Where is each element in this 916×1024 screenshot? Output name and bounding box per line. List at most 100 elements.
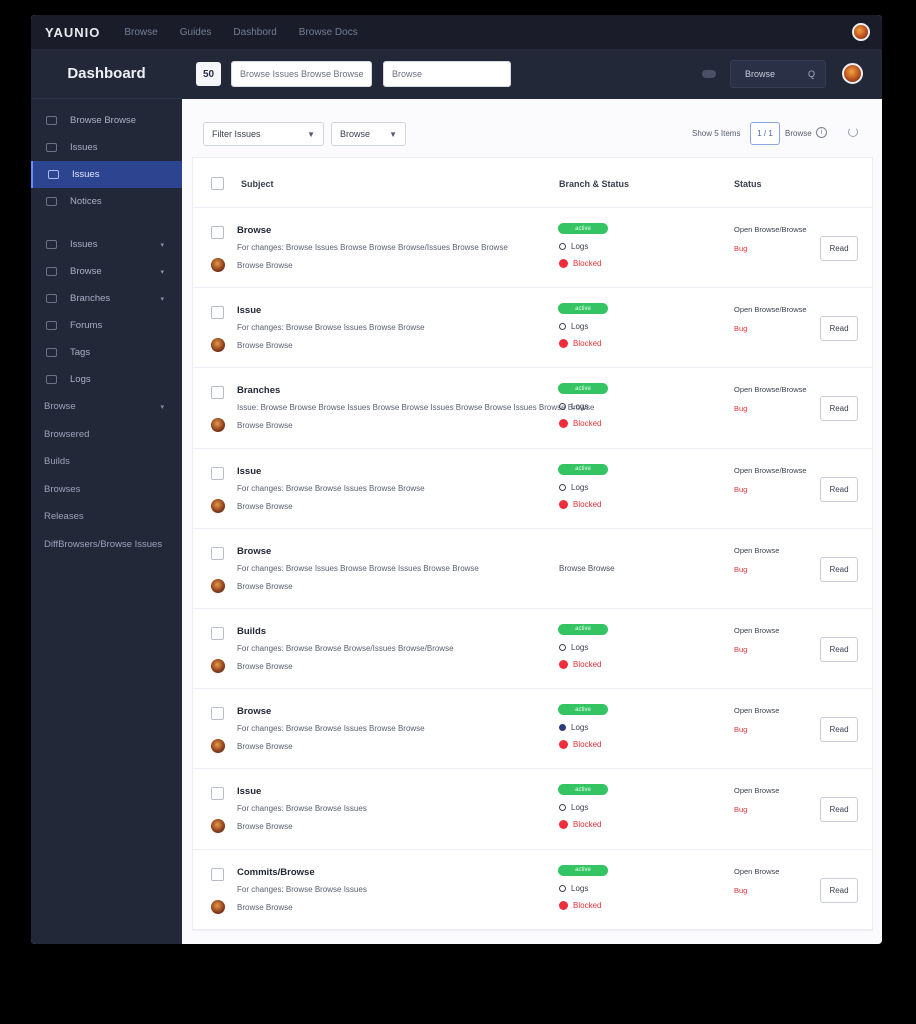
branch-status-label: Logs — [571, 242, 589, 251]
select-all-checkbox[interactable] — [211, 177, 224, 190]
issue-title[interactable]: Browse — [237, 546, 271, 557]
branch-status-label: Logs — [571, 402, 589, 412]
header-select[interactable]: Browse Q — [730, 60, 826, 88]
page-number-input[interactable]: 1 / 1 — [750, 122, 780, 145]
blocked-status-label: Blocked — [573, 259, 602, 268]
sidebar-link[interactable]: DiffBrowsers/Browse Issues — [31, 531, 182, 559]
issue-label: Bug — [734, 324, 748, 334]
top-nav-item[interactable]: Dashbord — [233, 27, 276, 38]
column-header[interactable]: Status — [734, 179, 762, 189]
status-badge: active — [558, 623, 608, 635]
issue-title[interactable]: Browse — [237, 706, 271, 717]
sidebar-item[interactable]: Browse Browse — [31, 107, 182, 134]
blocked-status: Blocked — [559, 900, 601, 910]
row-checkbox[interactable] — [211, 466, 224, 480]
issue-description: For changes: Browse Browse Browse/Issues… — [237, 643, 454, 653]
refresh-icon[interactable] — [848, 127, 858, 137]
issue-title[interactable]: Issue — [237, 786, 261, 797]
sidebar-link[interactable]: Browse ▾ — [31, 393, 182, 421]
info-icon[interactable]: i — [816, 127, 827, 138]
read-button[interactable]: Read — [820, 556, 858, 582]
chevron-down-icon: ▾ — [160, 241, 164, 249]
issue-title[interactable]: Browse — [237, 225, 271, 236]
issue-title[interactable]: Branches — [237, 385, 280, 396]
read-button[interactable]: Read — [820, 717, 858, 743]
sidebar: Dashboard Browse Browse Issues Issues No… — [31, 49, 182, 944]
top-nav-item[interactable]: Browse Docs — [299, 27, 358, 38]
row-checkbox[interactable] — [211, 787, 224, 801]
row-checkbox[interactable] — [211, 386, 224, 400]
main-content: Filter Issues ▼ Browse ▼ Show 5 Items 1 / … — [182, 99, 882, 944]
issue-title[interactable]: Commits/Browse — [237, 867, 315, 878]
blocked-status: Blocked — [559, 740, 601, 750]
issue-title[interactable]: Issue — [237, 466, 261, 477]
row-checkbox[interactable] — [211, 626, 224, 640]
search-input[interactable] — [231, 61, 372, 87]
read-button[interactable]: Read — [820, 476, 858, 502]
blocked-status-label: Blocked — [573, 659, 602, 669]
sidebar-item-active[interactable]: Issues — [31, 161, 182, 188]
read-button[interactable]: Read — [820, 316, 858, 342]
author-avatar — [211, 418, 225, 433]
issue-description: For changes: Browse Issues Browse Browse… — [237, 563, 479, 573]
status-badge: active — [558, 704, 608, 716]
sidebar-item[interactable]: Issues ▾ — [31, 231, 182, 258]
profile-avatar[interactable] — [842, 63, 863, 84]
pager-next-link[interactable]: Browse — [785, 129, 812, 138]
sidebar-item[interactable]: Notices — [31, 188, 182, 215]
table-row[interactable]: Browse For changes: Browse Issues Browse … — [193, 208, 872, 289]
sort-dropdown[interactable]: Browse ▼ — [331, 122, 406, 146]
sidebar-item[interactable]: Browse ▾ — [31, 258, 182, 285]
brand-logo[interactable]: YAUNIO — [45, 25, 100, 40]
issue-meta: Open Browse/Browse — [734, 385, 807, 395]
filter-dropdown[interactable]: Filter Issues ▼ — [203, 122, 324, 146]
top-nav-item[interactable]: Browse — [124, 27, 157, 38]
table-row[interactable]: Browse For changes: Browse Issues Browse … — [193, 529, 872, 609]
status-badge: active — [558, 784, 608, 796]
sidebar-item[interactable]: Branches ▾ — [31, 285, 182, 312]
sidebar-item[interactable]: Forums — [31, 312, 182, 339]
row-checkbox[interactable] — [211, 306, 224, 320]
table-row[interactable]: Issue For changes: Browse Browse Issues Br… — [193, 769, 872, 850]
issue-title[interactable]: Builds — [237, 626, 266, 637]
toggle-icon[interactable] — [702, 70, 716, 78]
toolbar-button[interactable]: 50 — [196, 62, 221, 86]
user-avatar[interactable] — [852, 23, 870, 41]
top-nav-item[interactable]: Guides — [180, 27, 212, 38]
sidebar-item[interactable]: Tags — [31, 339, 182, 366]
issue-label: Bug — [734, 644, 748, 654]
sidebar-link[interactable]: Builds — [31, 448, 182, 476]
row-checkbox[interactable] — [211, 546, 224, 560]
sidebar-link[interactable]: Browses — [31, 476, 182, 504]
read-button[interactable]: Read — [820, 636, 858, 662]
sidebar-link[interactable]: Releases — [31, 503, 182, 531]
column-header[interactable]: Branch & Status — [559, 179, 629, 189]
read-button[interactable]: Read — [820, 236, 858, 261]
table-row[interactable]: Branches Issue: Browse Browse Browse Issu… — [193, 368, 872, 449]
issue-title[interactable]: Issue — [237, 305, 261, 316]
read-button[interactable]: Read — [820, 396, 858, 422]
author-avatar — [211, 338, 225, 353]
sidebar-link[interactable]: Browsered — [31, 421, 182, 449]
issue-author: Browse Browse — [237, 421, 293, 431]
filter-input[interactable] — [383, 61, 511, 87]
table-row[interactable]: Browse For changes: Browse Browse Issues … — [193, 689, 872, 770]
sidebar-item-label: Browse — [70, 266, 102, 277]
issue-label: Bug — [734, 404, 748, 414]
row-checkbox[interactable] — [211, 707, 224, 721]
table-row[interactable]: Builds For changes: Browse Browse Browse/… — [193, 609, 872, 690]
branch-status-label: Logs — [571, 803, 589, 813]
circle-icon — [559, 804, 566, 812]
read-button[interactable]: Read — [820, 877, 858, 903]
row-checkbox[interactable] — [211, 226, 224, 239]
column-header[interactable]: Subject — [241, 179, 274, 189]
sidebar-item[interactable]: Logs — [31, 366, 182, 393]
table-row[interactable]: Commits/Browse For changes: Browse Browse… — [193, 850, 872, 930]
sidebar-item[interactable]: Issues — [31, 134, 182, 161]
read-button[interactable]: Read — [820, 797, 858, 823]
table-row[interactable]: Issue For changes: Browse Browse Issues B… — [193, 288, 872, 369]
table-row[interactable]: Issue For changes: Browse Browse Issues B… — [193, 449, 872, 529]
error-dot-icon — [559, 659, 568, 669]
author-avatar — [211, 819, 225, 834]
row-checkbox[interactable] — [211, 867, 224, 881]
